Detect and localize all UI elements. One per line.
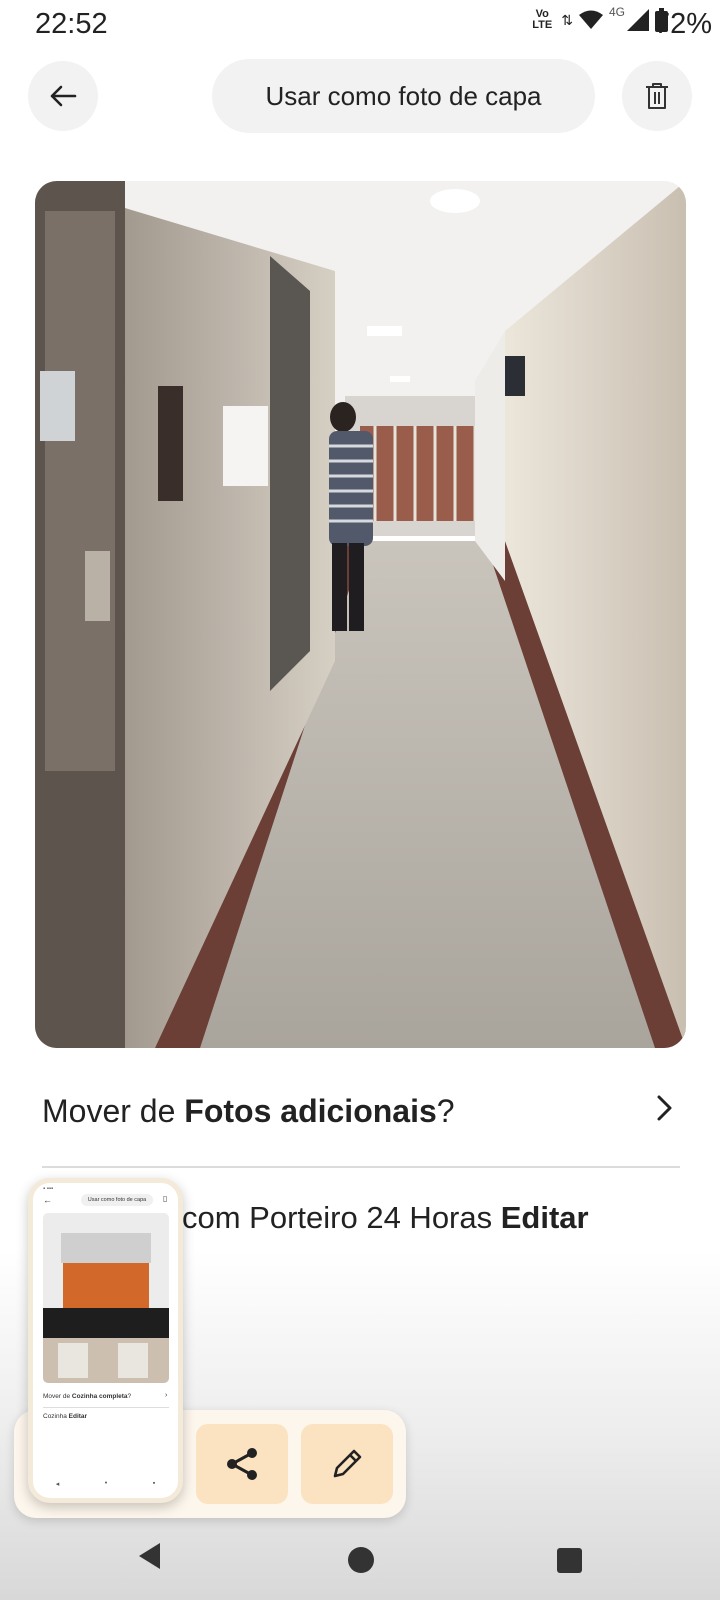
status-time: 22:52 <box>35 8 108 40</box>
arrow-left-icon <box>50 85 77 107</box>
volte-icon: Vo LTE <box>532 8 553 31</box>
status-bar: 22:52 Vo LTE ⇅ 4G 72% <box>0 0 720 50</box>
signal-icon <box>627 9 649 31</box>
section-name: Fotos adicionais <box>184 1093 437 1129</box>
chevron-right-icon <box>657 1095 672 1121</box>
network-type: 4G <box>608 5 625 19</box>
back-button[interactable] <box>28 61 98 131</box>
preview-move-text: Mover de Cozinha completa? <box>43 1393 132 1400</box>
share-icon <box>227 1448 257 1480</box>
listing-photo[interactable] <box>35 181 686 1048</box>
preview-status: ▪ ▪▪▪ <box>43 1186 54 1192</box>
data-arrows-icon: ⇅ <box>561 11 573 28</box>
preview-caption: Cozinha Editar <box>43 1413 88 1420</box>
use-as-cover-button[interactable]: Usar como foto de capa <box>212 59 595 133</box>
square-recents-icon[interactable] <box>557 1548 582 1573</box>
divider <box>42 1166 680 1168</box>
circle-home-icon[interactable] <box>348 1547 374 1573</box>
preview-chevron-icon: › <box>165 1392 168 1399</box>
preview-back-icon: ← <box>43 1195 52 1205</box>
edit-caption-link[interactable]: Editar <box>501 1200 589 1235</box>
move-from-section-row[interactable]: Mover de Fotos adicionais? <box>42 1093 682 1141</box>
wifi-icon <box>578 10 603 29</box>
preview-nav: ◂ • ▪ <box>55 1480 156 1488</box>
photo-caption: com Porteiro 24 Horas Editar <box>182 1200 589 1236</box>
status-icons: Vo LTE ⇅ 4G <box>529 5 668 32</box>
delete-button[interactable] <box>622 61 692 131</box>
pencil-icon <box>333 1449 362 1478</box>
preview-kitchen-photo <box>43 1213 169 1383</box>
edit-button[interactable] <box>301 1424 393 1504</box>
move-from-text: Mover de Fotos adicionais? <box>42 1093 455 1129</box>
preview-cover-label: Usar como foto de capa <box>81 1194 153 1206</box>
caption-text: com Porteiro 24 Horas <box>182 1200 501 1235</box>
trash-icon <box>646 83 668 109</box>
preview-divider <box>43 1407 169 1408</box>
hallway-photo <box>35 181 686 1048</box>
triangle-back-icon[interactable] <box>136 1541 162 1571</box>
battery-percent: 72% <box>653 8 712 40</box>
screenshot-preview-thumbnail[interactable]: ▪ ▪▪▪ ← Usar como foto de capa ▯ Mover d… <box>28 1178 183 1503</box>
share-button[interactable] <box>196 1424 288 1504</box>
preview-trash-icon: ▯ <box>163 1194 168 1203</box>
